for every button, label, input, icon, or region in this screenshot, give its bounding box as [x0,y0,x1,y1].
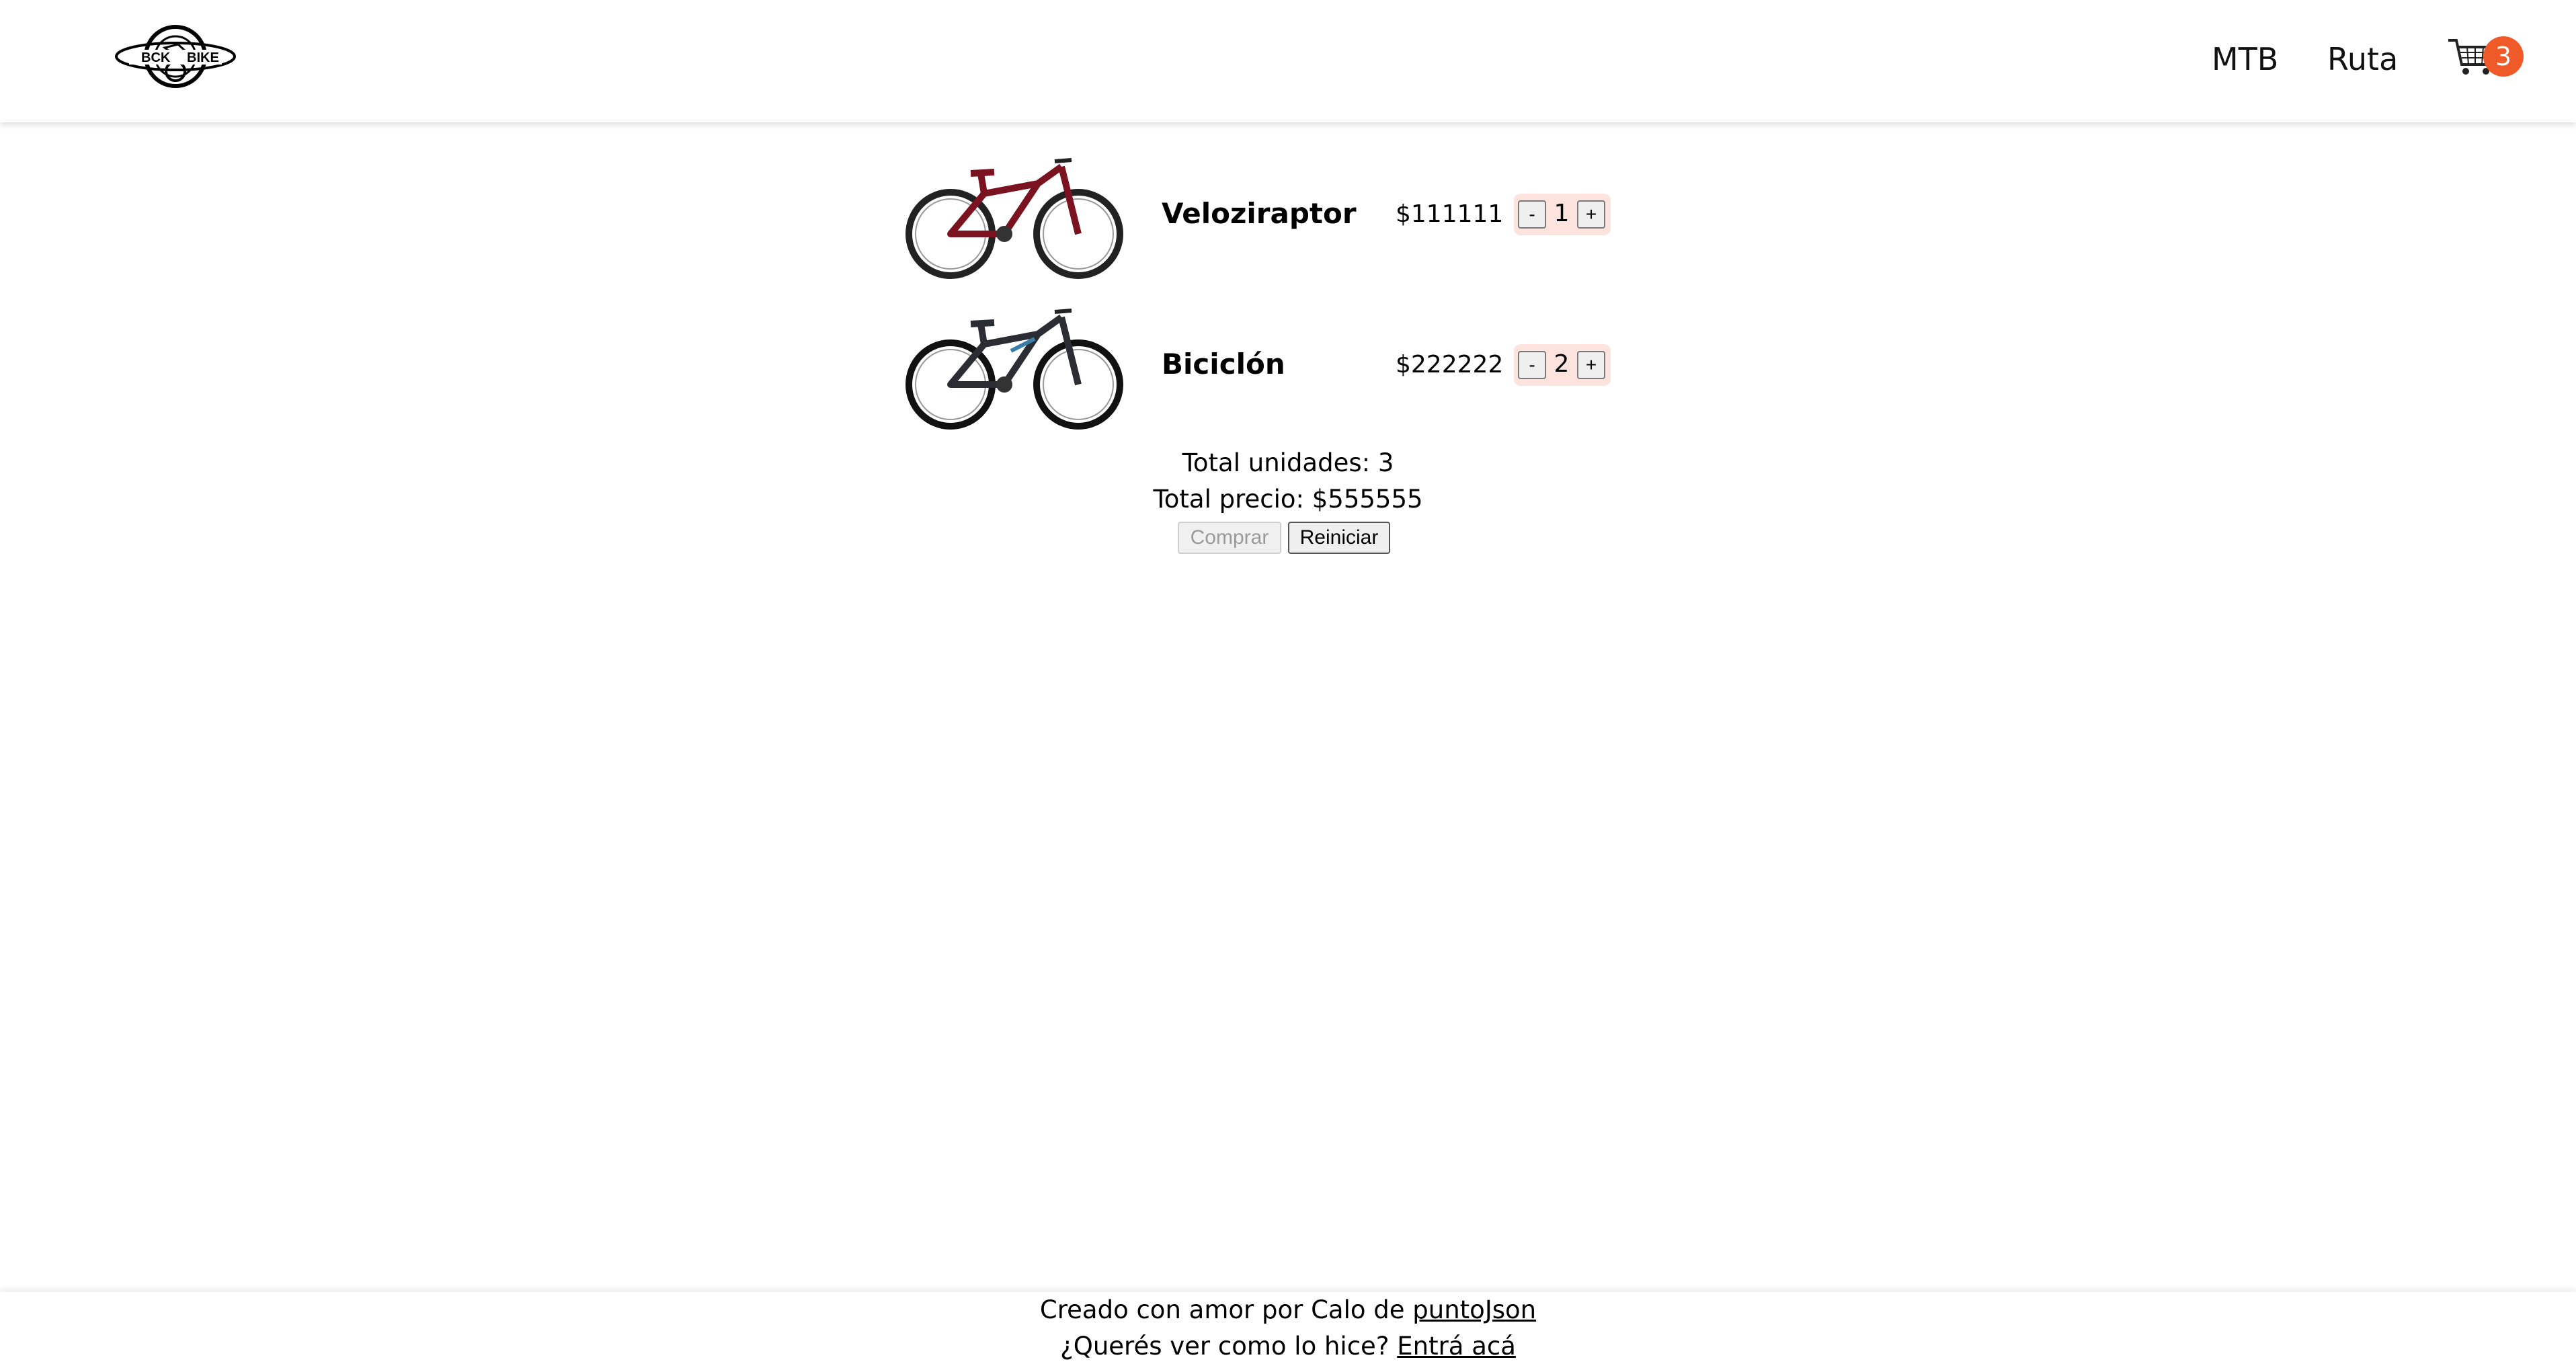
site-footer: Creado con amor por Calo de puntoJson ¿Q… [0,1292,2576,1370]
item-price: $222222 [1396,351,1504,378]
footer-howto-text: ¿Querés ver como lo hice? [1060,1332,1398,1361]
svg-text:BCK: BCK [141,50,171,65]
quantity-stepper: - 2 + [1514,344,1611,386]
cart-count-badge: 3 [2483,36,2524,77]
quantity-value: 2 [1554,350,1570,378]
enter-here-link[interactable]: Entrá acá [1397,1332,1516,1361]
bike-image [905,309,1123,430]
bike-image [905,158,1123,279]
item-name: Biciclón [1162,348,1285,380]
footer-credit-text: Creado con amor por Calo de [1039,1295,1413,1324]
site-header: BCK BIKE MTB Ruta 3 [0,0,2576,122]
nav-mtb-link[interactable]: MTB [2212,39,2278,79]
quantity-stepper: - 1 + [1514,194,1611,235]
total-units: Total unidades: 3 [1182,448,1394,477]
total-price: Total precio: $555555 [1153,485,1423,514]
footer-credit-line: Creado con amor por Calo de puntoJson [0,1292,2576,1328]
bck-bike-logo[interactable]: BCK BIKE [114,24,237,89]
cart-item: Veloziraptor $111111 - 1 + [903,147,1629,281]
buy-button[interactable]: Comprar [1178,522,1281,554]
item-name: Veloziraptor [1162,197,1357,230]
puntojson-link[interactable]: puntoJson [1412,1295,1536,1324]
item-price: $111111 [1396,200,1504,228]
footer-howto-line: ¿Querés ver como lo hice? Entrá acá [0,1328,2576,1365]
cart-item: Biciclón $222222 - 2 + [903,297,1629,432]
nav-ruta-link[interactable]: Ruta [2327,39,2398,79]
quantity-value: 1 [1554,200,1570,227]
svg-text:BIKE: BIKE [187,50,219,65]
decrease-quantity-button[interactable]: - [1518,200,1546,229]
increase-quantity-button[interactable]: + [1577,351,1605,379]
reset-button[interactable]: Reiniciar [1288,522,1390,554]
decrease-quantity-button[interactable]: - [1518,351,1546,379]
increase-quantity-button[interactable]: + [1577,200,1605,229]
